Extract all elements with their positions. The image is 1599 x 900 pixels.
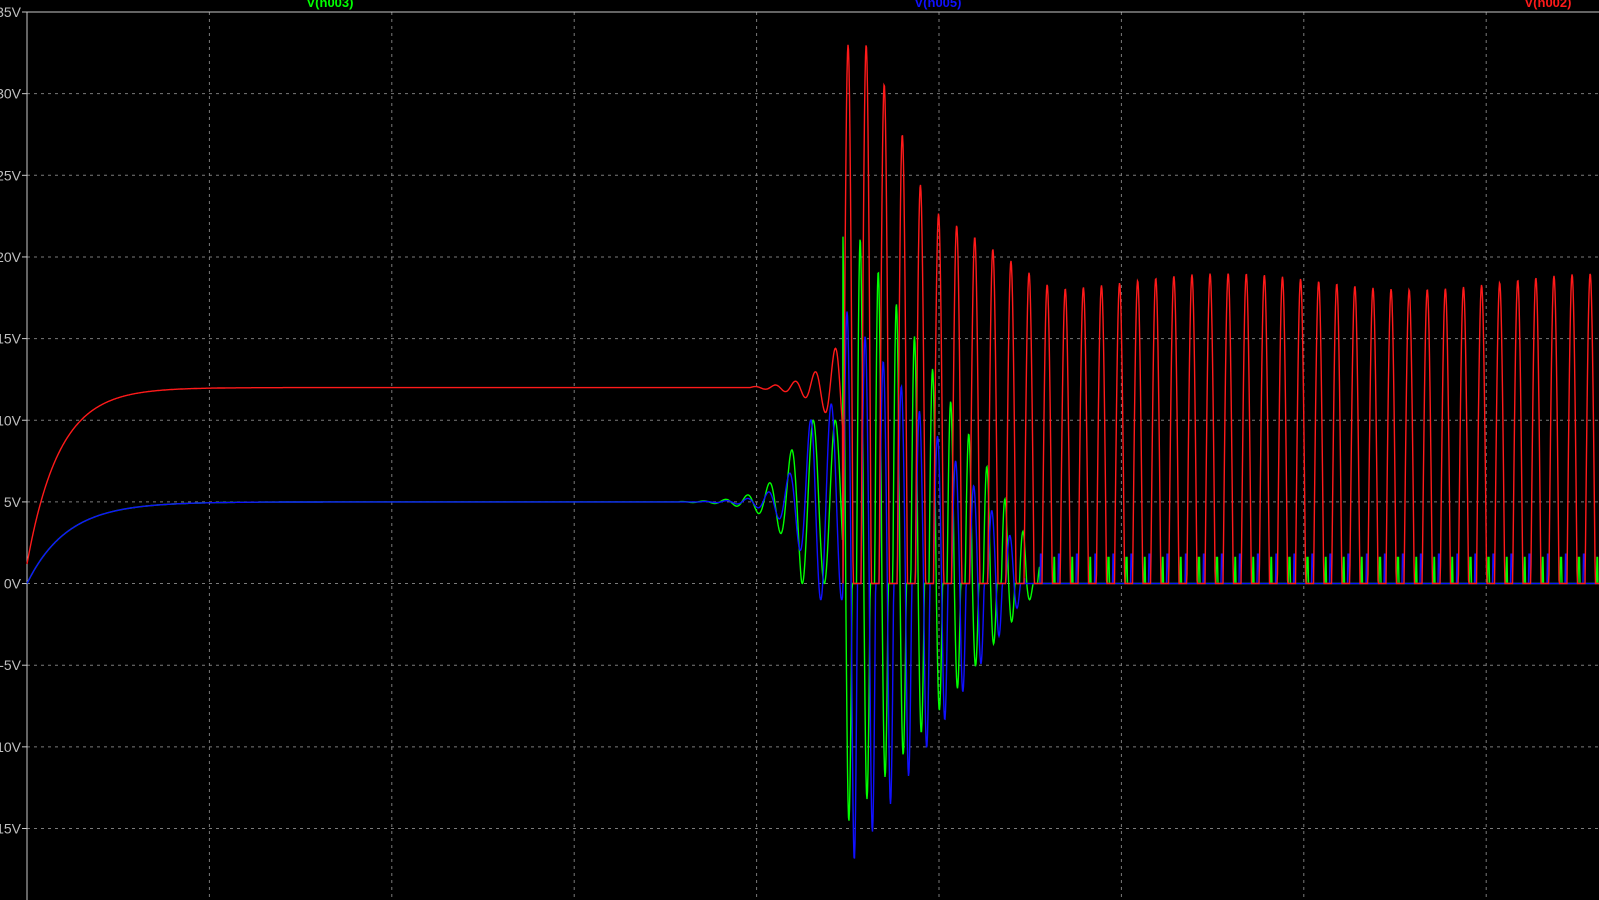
y-tick-label: 15V	[0, 331, 22, 347]
waveform-chart: 35V 30V 25V 20V 15V 10V 5V 0V -5V -10V -15V V(n003…	[0, 0, 1599, 900]
y-tick-label: 35V	[0, 4, 22, 20]
y-tick-label: 30V	[0, 86, 22, 102]
legend-v-n003[interactable]: V(n003)	[307, 0, 354, 10]
plot-background	[0, 0, 1599, 900]
y-tick-label: 10V	[0, 412, 22, 428]
y-tick-label: -10V	[0, 739, 22, 755]
y-tick-label: -5V	[0, 657, 22, 673]
y-tick-label: 5V	[4, 494, 22, 510]
y-tick-label: 0V	[4, 576, 22, 592]
y-tick-label: 25V	[0, 167, 22, 183]
legend-v-n002[interactable]: V(n002)	[1525, 0, 1572, 10]
legend-v-n005[interactable]: V(n005)	[915, 0, 962, 10]
y-tick-label: 20V	[0, 249, 22, 265]
y-tick-label: -15V	[0, 821, 22, 837]
